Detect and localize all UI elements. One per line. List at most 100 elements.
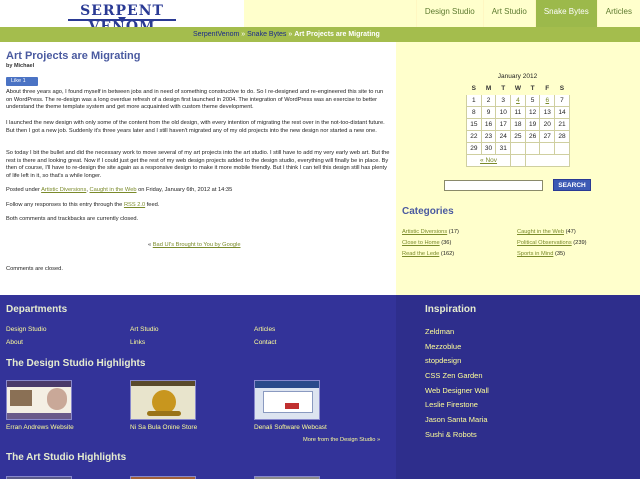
category-link[interactable]: Caught in the Web <box>90 187 137 193</box>
design-highlight[interactable]: Denali Software Webcast <box>254 380 374 431</box>
calendar-day: 20 <box>539 118 556 131</box>
follow-prefix: Follow any responses to this entry throu… <box>6 202 123 208</box>
inspiration-link[interactable]: stopdesign <box>425 354 489 369</box>
calendar-day: 16 <box>480 118 497 131</box>
breadcrumb-section[interactable]: Snake Bytes <box>247 31 286 38</box>
rss-follow: Follow any responses to this entry throu… <box>6 202 390 210</box>
calendar-day[interactable]: 4 <box>510 94 526 107</box>
site-logo[interactable]: SERPENT VENOM <box>66 1 178 35</box>
calendar-day[interactable]: 6 <box>539 94 556 107</box>
calendar-nav-row: « Nov <box>465 154 570 167</box>
facebook-like-button[interactable]: Like 1 <box>6 77 38 86</box>
nav-design-studio[interactable]: Design Studio <box>415 0 483 27</box>
more-design-link[interactable]: More from the Design Studio » <box>303 437 380 443</box>
calendar-day: 12 <box>524 106 541 119</box>
nav-snake-bytes[interactable]: Snake Bytes <box>534 0 597 27</box>
category-link[interactable]: Artistic Diversions <box>402 229 447 235</box>
dept-art-studio[interactable]: Art Studio <box>130 326 159 333</box>
calendar-week: 22 23 24 25 26 27 28 <box>466 130 570 143</box>
dept-articles[interactable]: Articles <box>254 326 275 333</box>
calendar-day-header: T <box>524 82 541 95</box>
category-count: (35) <box>554 251 566 257</box>
calendar-day-header: M <box>480 82 497 95</box>
calendar-caption: January 2012 <box>497 73 538 80</box>
category-count: (47) <box>565 229 576 235</box>
calendar-day-header: W <box>510 82 526 95</box>
inspiration-link[interactable]: Mezzoblue <box>425 340 489 355</box>
calendar-day-header: T <box>495 82 512 95</box>
calendar-day: 30 <box>480 142 497 155</box>
calendar-day <box>524 142 541 155</box>
nav-articles[interactable]: Articles <box>596 0 640 27</box>
highlight-label[interactable]: Denali Software Webcast <box>254 424 374 431</box>
breadcrumb-separator: » <box>288 31 293 38</box>
calendar-pad <box>510 154 526 167</box>
category-link[interactable]: Political Observations <box>517 240 572 246</box>
design-highlights-title: The Design Studio Highlights <box>6 358 146 369</box>
inspiration-link[interactable]: CSS Zen Garden <box>425 369 489 384</box>
category-item: Artistic Diversions (17) <box>402 228 522 239</box>
inspiration-title: Inspiration <box>425 304 477 315</box>
search-input[interactable] <box>444 180 543 191</box>
main-content: Art Projects are Migrating by Michael Li… <box>0 42 396 295</box>
breadcrumb-home[interactable]: SerpentVenom <box>193 31 239 38</box>
previous-post-link[interactable]: Bad UI's Brought to You by Google <box>153 242 241 248</box>
categories-column: Caught in the Web (47) Political Observat… <box>517 228 637 261</box>
calendar-prev-link[interactable]: « Nov <box>465 154 512 167</box>
nav-art-studio[interactable]: Art Studio <box>482 0 535 27</box>
calendar-day: 24 <box>495 130 512 143</box>
breadcrumb: SerpentVenom » Snake Bytes » Art Project… <box>193 27 380 42</box>
highlight-thumbnail[interactable] <box>6 380 72 420</box>
top-navigation: Design Studio Art Studio Snake Bytes Art… <box>415 0 640 27</box>
category-item: Political Observations (239) <box>517 239 637 250</box>
highlight-thumbnail[interactable] <box>254 380 320 420</box>
post-navigation: « Bad UI's Brought to You by Google <box>148 242 241 248</box>
post-author: by Michael <box>6 63 35 69</box>
dept-design-studio[interactable]: Design Studio <box>6 326 46 333</box>
category-item: Close to Home (36) <box>402 239 522 250</box>
calendar-day <box>539 142 556 155</box>
breadcrumb-current: Art Projects are Migrating <box>294 31 380 38</box>
post-paragraph: About three years ago, I found myself in… <box>6 89 384 111</box>
footer: Departments Design Studio Art Studio Art… <box>0 295 640 479</box>
inspiration-link[interactable]: Zeldman <box>425 325 489 340</box>
rss-link[interactable]: RSS 2.0 <box>124 202 145 208</box>
inspiration-link[interactable]: Sushi & Robots <box>425 428 489 443</box>
highlight-label[interactable]: Erran Andrews Website <box>6 424 126 431</box>
category-link[interactable]: Artistic Diversions <box>41 187 86 193</box>
highlight-thumbnail[interactable] <box>130 380 196 420</box>
inspiration-link[interactable]: Jason Santa Maria <box>425 413 489 428</box>
dept-contact[interactable]: Contact <box>254 339 276 346</box>
calendar-day: 15 <box>466 118 482 131</box>
calendar-day: 29 <box>466 142 482 155</box>
dept-links[interactable]: Links <box>130 339 145 346</box>
category-link[interactable]: Close to Home <box>402 240 440 246</box>
design-highlight[interactable]: Erran Andrews Website <box>6 380 126 431</box>
inspiration-list: Zeldman Mezzoblue stopdesign CSS Zen Gar… <box>425 325 489 443</box>
category-link[interactable]: Read the Lede <box>402 251 439 257</box>
calendar-day: 22 <box>466 130 482 143</box>
categories-title: Categories <box>402 206 454 217</box>
calendar-day: 3 <box>495 94 512 107</box>
design-highlight[interactable]: Ni Sa Bula Onine Store <box>130 380 250 431</box>
calendar-day: 1 <box>466 94 482 107</box>
inspiration-link[interactable]: Leslie Firestone <box>425 398 489 413</box>
category-link[interactable]: Caught in the Web <box>517 229 564 235</box>
highlight-label[interactable]: Ni Sa Bula Onine Store <box>130 424 250 431</box>
calendar-day: 26 <box>524 130 541 143</box>
inspiration-link[interactable]: Web Designer Wall <box>425 384 489 399</box>
trackbacks-note: Both comments and trackbacks are current… <box>6 216 139 222</box>
category-count: (239) <box>573 240 587 246</box>
dept-about[interactable]: About <box>6 339 23 346</box>
calendar-week: 8 9 10 11 12 13 14 <box>466 106 570 119</box>
category-count: (36) <box>441 240 452 246</box>
post-title[interactable]: Art Projects are Migrating <box>6 50 140 62</box>
categories-column: Artistic Diversions (17) Close to Home (3… <box>402 228 522 261</box>
calendar-day: 19 <box>524 118 541 131</box>
calendar-day: 10 <box>495 106 512 119</box>
search-button[interactable]: SEARCH <box>553 179 591 191</box>
calendar-day: 28 <box>554 130 570 143</box>
calendar-day: 23 <box>480 130 497 143</box>
category-link[interactable]: Sports in Mind <box>517 251 553 257</box>
calendar: SMTWTFS 1 2 3 4 5 6 7 8 9 10 11 12 13 14 15 16 17 18 19 20 2… <box>465 82 570 167</box>
